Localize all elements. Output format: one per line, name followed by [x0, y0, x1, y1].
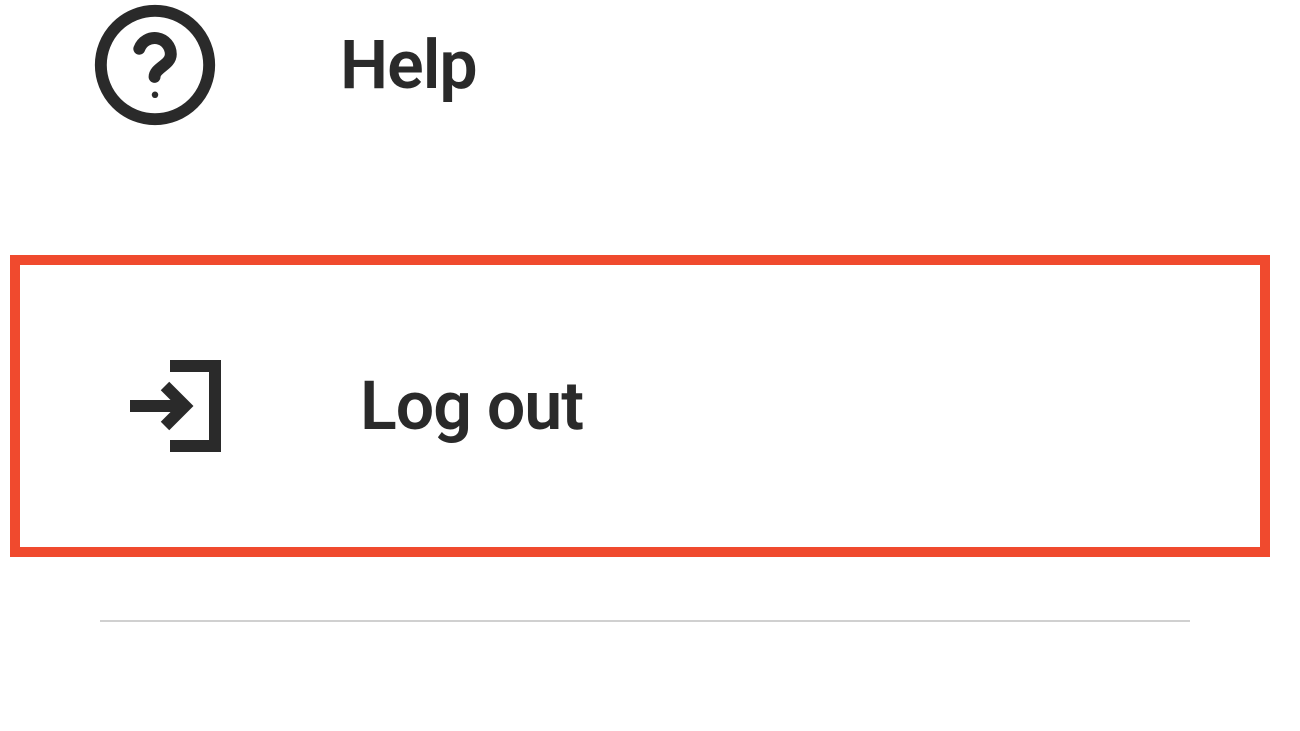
menu-item-logout-label: Log out — [360, 366, 583, 446]
menu-item-help-label: Help — [340, 25, 477, 105]
help-circle-icon — [90, 0, 220, 130]
menu-item-logout[interactable]: Log out — [10, 255, 1270, 557]
menu-item-help[interactable]: Help — [0, 0, 1300, 130]
logout-icon — [110, 341, 240, 471]
divider — [100, 620, 1190, 622]
